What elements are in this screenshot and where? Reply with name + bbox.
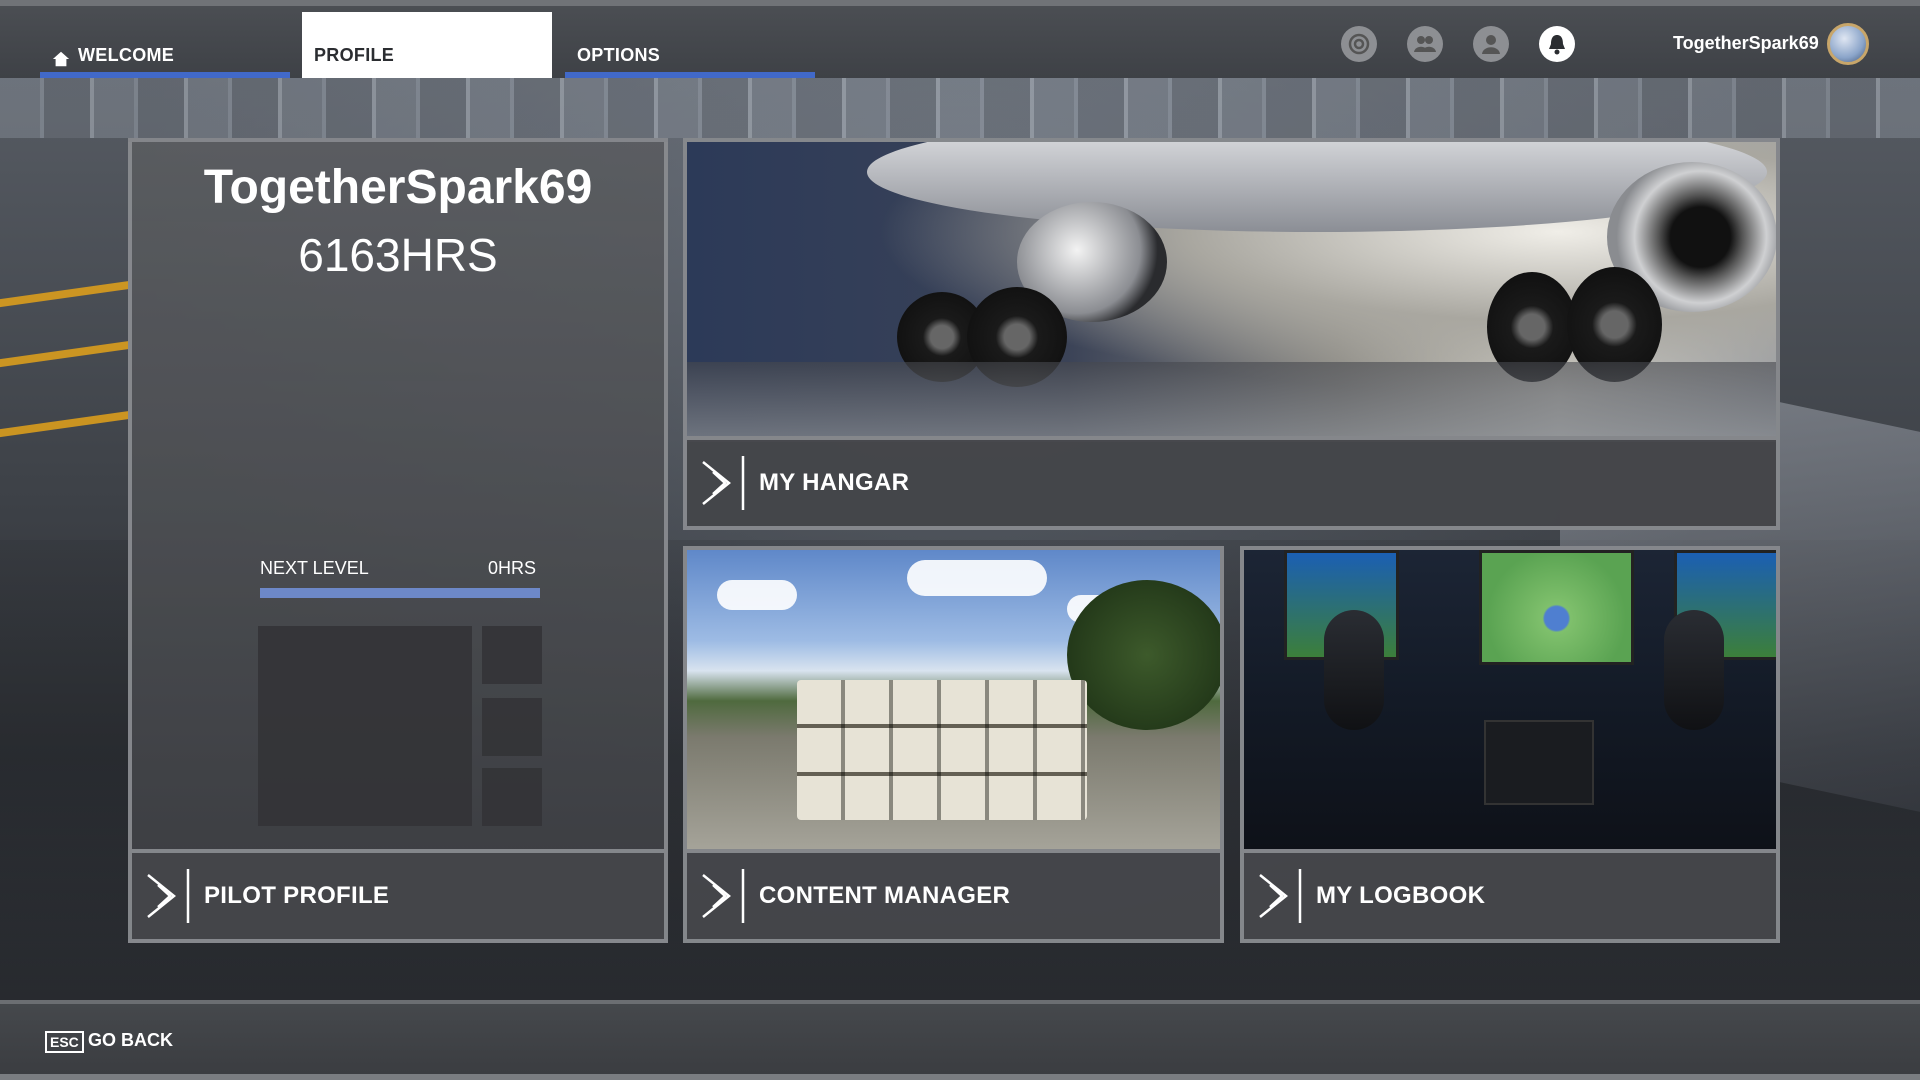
tab-profile[interactable]: PROFILE (302, 12, 552, 78)
next-level-hours: 0HRS (487, 558, 536, 578)
home-icon (52, 51, 70, 67)
logbook-image (1244, 550, 1776, 852)
content-manager-label: CONTENT MANAGER (759, 882, 1011, 909)
hangar-image (687, 142, 1776, 442)
cloud (907, 560, 1047, 596)
my-logbook-button[interactable]: MY LOGBOOK (1244, 849, 1776, 939)
friends-icon[interactable] (1407, 26, 1443, 62)
chevron-right-icon (147, 869, 190, 923)
taxi-stripe (0, 280, 130, 308)
my-hangar-label: MY HANGAR (759, 469, 910, 496)
tab-underline (565, 72, 815, 78)
go-back-button[interactable]: GO BACK (88, 1030, 173, 1051)
level-progress-fill (260, 588, 540, 598)
content-manager-button[interactable]: CONTENT MANAGER (687, 849, 1220, 939)
chevron-right-icon (702, 869, 745, 923)
tab-underline (40, 72, 290, 78)
stats-placeholder-small (482, 698, 542, 756)
pilot-profile-button[interactable]: PILOT PROFILE (132, 849, 664, 939)
chevron-right-icon (702, 456, 745, 510)
tab-profile-label: PROFILE (314, 45, 395, 65)
floor-reflection (687, 362, 1776, 442)
notifications-icon[interactable] (1539, 26, 1575, 62)
content-manager-image (687, 550, 1220, 852)
stats-placeholder-small (482, 768, 542, 826)
tab-welcome[interactable]: WELCOME (40, 12, 290, 78)
pilot-summary-panel: TogetherSpark69 6163HRS NEXT LEVEL 0HRS … (128, 138, 668, 943)
tree (1067, 580, 1220, 730)
user-icon[interactable] (1473, 26, 1509, 62)
next-level-label: NEXT LEVEL (260, 558, 369, 578)
my-logbook-tile[interactable]: MY LOGBOOK (1240, 546, 1780, 943)
bottom-strip (0, 1074, 1920, 1080)
my-hangar-tile[interactable]: MY HANGAR (683, 138, 1780, 530)
hangar-wall (0, 78, 1920, 138)
cockpit-yoke (1664, 610, 1724, 730)
bottom-bar: ESC GO BACK (0, 1000, 1920, 1080)
taxi-stripe (0, 340, 130, 368)
chevron-right-icon (1259, 869, 1302, 923)
cockpit-yoke (1324, 610, 1384, 730)
tab-options[interactable]: OPTIONS (565, 12, 815, 78)
avatar[interactable] (1827, 23, 1869, 65)
esc-key-hint: ESC (45, 1031, 84, 1053)
cloud (717, 580, 797, 610)
stats-placeholder-large (258, 626, 472, 826)
taxi-stripe (0, 410, 130, 438)
pilot-logbook (1484, 720, 1594, 805)
username-label[interactable]: TogetherSpark69 (1673, 33, 1819, 54)
pilot-name: TogetherSpark69 (203, 161, 593, 214)
stats-placeholder-small (482, 626, 542, 684)
tab-options-label: OPTIONS (577, 45, 661, 65)
cargo-crates (797, 680, 1087, 820)
level-progress-bar (260, 588, 540, 598)
top-icon-group (1341, 26, 1575, 62)
pilot-profile-label: PILOT PROFILE (204, 882, 390, 909)
my-hangar-button[interactable]: MY HANGAR (687, 436, 1776, 526)
cockpit-map-display (1479, 550, 1634, 665)
my-logbook-label: MY LOGBOOK (1316, 882, 1486, 909)
content-manager-tile[interactable]: CONTENT MANAGER (683, 546, 1224, 943)
pilot-hours: 6163HRS (298, 229, 498, 281)
top-navigation-bar: WELCOME PROFILE OPTIONS TogetherSpark69 (0, 0, 1920, 78)
tab-welcome-label: WELCOME (78, 45, 175, 65)
achievements-icon[interactable] (1341, 26, 1377, 62)
